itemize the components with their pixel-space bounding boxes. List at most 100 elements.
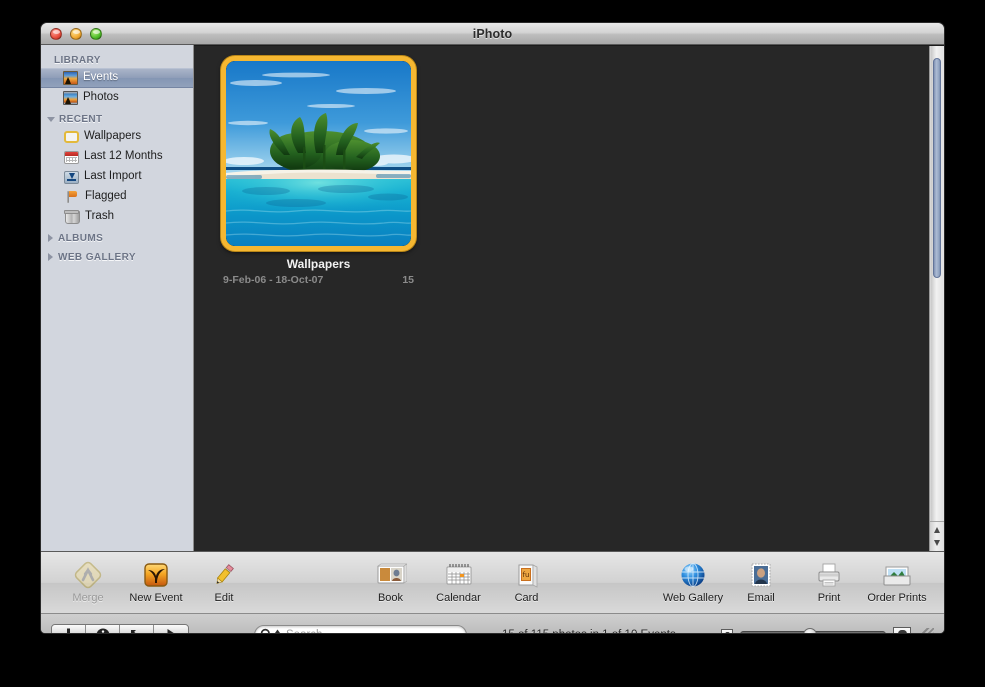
events-icon [63, 71, 78, 85]
edit-button[interactable]: Edit [193, 559, 255, 604]
sidebar-group-web-gallery[interactable]: WEB GALLERY [41, 249, 193, 265]
event-meta: 9-Feb-06 - 18-Oct-07 15 [221, 274, 416, 286]
sidebar-group-albums[interactable]: ALBUMS [41, 230, 193, 246]
email-label: Email [747, 592, 775, 604]
plus-icon [62, 628, 75, 634]
sidebar-item-events[interactable]: Events [41, 68, 193, 88]
status-text: 15 of 115 photos in 1 of 10 Events [502, 629, 676, 635]
sidebar-group-recent[interactable]: RECENT [41, 111, 193, 127]
sidebar-item-photos-label: Photos [83, 92, 119, 104]
import-icon [64, 171, 79, 184]
iphoto-window: iPhoto LIBRARY Events Photos RECENT Wa [40, 22, 945, 634]
web-gallery-button[interactable]: Web Gallery [662, 559, 724, 604]
info-button[interactable] [86, 625, 120, 635]
minimize-button[interactable] [70, 28, 82, 40]
play-icon [165, 628, 178, 634]
calendar-button[interactable]: Calendar [428, 559, 490, 604]
fullscreen-icon [129, 628, 144, 635]
toolbar-center-group: Book [360, 559, 558, 604]
sidebar-item-flagged-label: Flagged [85, 191, 127, 203]
search-input[interactable] [286, 629, 460, 635]
event-title: Wallpapers [221, 257, 416, 271]
book-icon [375, 559, 407, 589]
email-button[interactable]: Email [730, 559, 792, 604]
merge-icon [74, 559, 102, 589]
search-field[interactable] [254, 625, 467, 635]
order-prints-button[interactable]: Order Prints [866, 559, 928, 604]
disclosure-triangle-right-icon[interactable] [48, 234, 53, 242]
search-magnifier-icon[interactable] [260, 628, 281, 634]
scroll-down-arrow-icon[interactable] [934, 540, 940, 546]
edit-label: Edit [215, 592, 234, 604]
event-photo-count: 15 [402, 274, 414, 286]
title-bar[interactable]: iPhoto [41, 23, 944, 45]
sidebar-item-last-12-months-label: Last 12 Months [84, 151, 163, 163]
zoom-button[interactable] [90, 28, 102, 40]
sidebar-group-albums-label: ALBUMS [58, 233, 103, 244]
sidebar-item-events-label: Events [83, 72, 118, 84]
calendar-icon [64, 151, 79, 164]
sidebar-item-flagged[interactable]: Flagged [41, 187, 193, 207]
svg-text:fu: fu [522, 571, 529, 579]
calendar-icon [444, 559, 474, 589]
event-date-range: 9-Feb-06 - 18-Oct-07 [223, 274, 323, 286]
photos-icon [63, 91, 78, 105]
toolbar-right-group: Web Gallery Email [662, 559, 928, 604]
email-stamp-icon [748, 559, 774, 589]
sidebar-item-photos[interactable]: Photos [41, 88, 193, 108]
disclosure-triangle-right-icon[interactable] [48, 253, 53, 261]
sidebar-item-last-12-months[interactable]: Last 12 Months [41, 147, 193, 167]
album-icon [64, 131, 79, 143]
new-event-label: New Event [129, 592, 182, 604]
scrollbar-thumb[interactable] [933, 58, 941, 278]
trash-icon [65, 211, 80, 224]
print-label: Print [818, 592, 841, 604]
thumbnail-size-slider[interactable] [740, 625, 886, 635]
bottom-toolbar: Merge [41, 551, 944, 613]
disclosure-triangle-down-icon[interactable] [47, 117, 55, 122]
window-title: iPhoto [41, 27, 944, 41]
book-label: Book [378, 592, 403, 604]
web-gallery-label: Web Gallery [663, 592, 723, 604]
window-controls [50, 28, 102, 40]
calendar-label: Calendar [436, 592, 481, 604]
order-prints-label: Order Prints [867, 592, 926, 604]
status-bar: 15 of 115 photos in 1 of 10 Events [41, 613, 944, 634]
card-button[interactable]: fu Card [496, 559, 558, 604]
resize-grip[interactable] [920, 628, 934, 635]
print-button[interactable]: Print [798, 559, 860, 604]
slider-knob[interactable] [803, 628, 817, 635]
event-item-wallpapers[interactable]: Wallpapers 9-Feb-06 - 18-Oct-07 15 [221, 56, 416, 286]
new-event-icon [142, 559, 170, 589]
slideshow-button[interactable] [154, 625, 188, 635]
small-photo-icon[interactable] [721, 629, 733, 635]
events-grid[interactable]: Wallpapers 9-Feb-06 - 18-Oct-07 15 [194, 45, 944, 551]
scrollbar-track[interactable] [931, 46, 943, 521]
scrollbar-arrows[interactable] [930, 521, 944, 551]
merge-button[interactable]: Merge [57, 559, 119, 604]
sidebar-item-trash[interactable]: Trash [41, 207, 193, 227]
event-thumbnail-frame[interactable] [221, 56, 416, 251]
sidebar-group-library: LIBRARY [41, 52, 193, 68]
island-photo [226, 61, 411, 246]
close-button[interactable] [50, 28, 62, 40]
book-button[interactable]: Book [360, 559, 422, 604]
sidebar-group-recent-label: RECENT [59, 114, 103, 125]
sidebar-item-wallpapers[interactable]: Wallpapers [41, 127, 193, 147]
sidebar-item-last-import-label: Last Import [84, 171, 142, 183]
card-icon: fu [513, 559, 541, 589]
info-icon [96, 628, 110, 635]
sidebar-item-last-import[interactable]: Last Import [41, 167, 193, 187]
vertical-scrollbar[interactable] [929, 46, 944, 551]
merge-label: Merge [72, 592, 103, 604]
edit-pencil-icon [210, 559, 238, 589]
new-event-button[interactable]: New Event [125, 559, 187, 604]
thumbnail-size-control [721, 625, 938, 635]
sidebar-item-wallpapers-label: Wallpapers [84, 131, 141, 143]
event-thumbnail-image [226, 61, 411, 246]
fullscreen-button[interactable] [120, 625, 154, 635]
add-button[interactable] [52, 625, 86, 635]
scroll-up-arrow-icon[interactable] [934, 527, 940, 533]
large-photo-icon[interactable] [893, 627, 911, 635]
toolbar-left-group: Merge [57, 559, 255, 604]
